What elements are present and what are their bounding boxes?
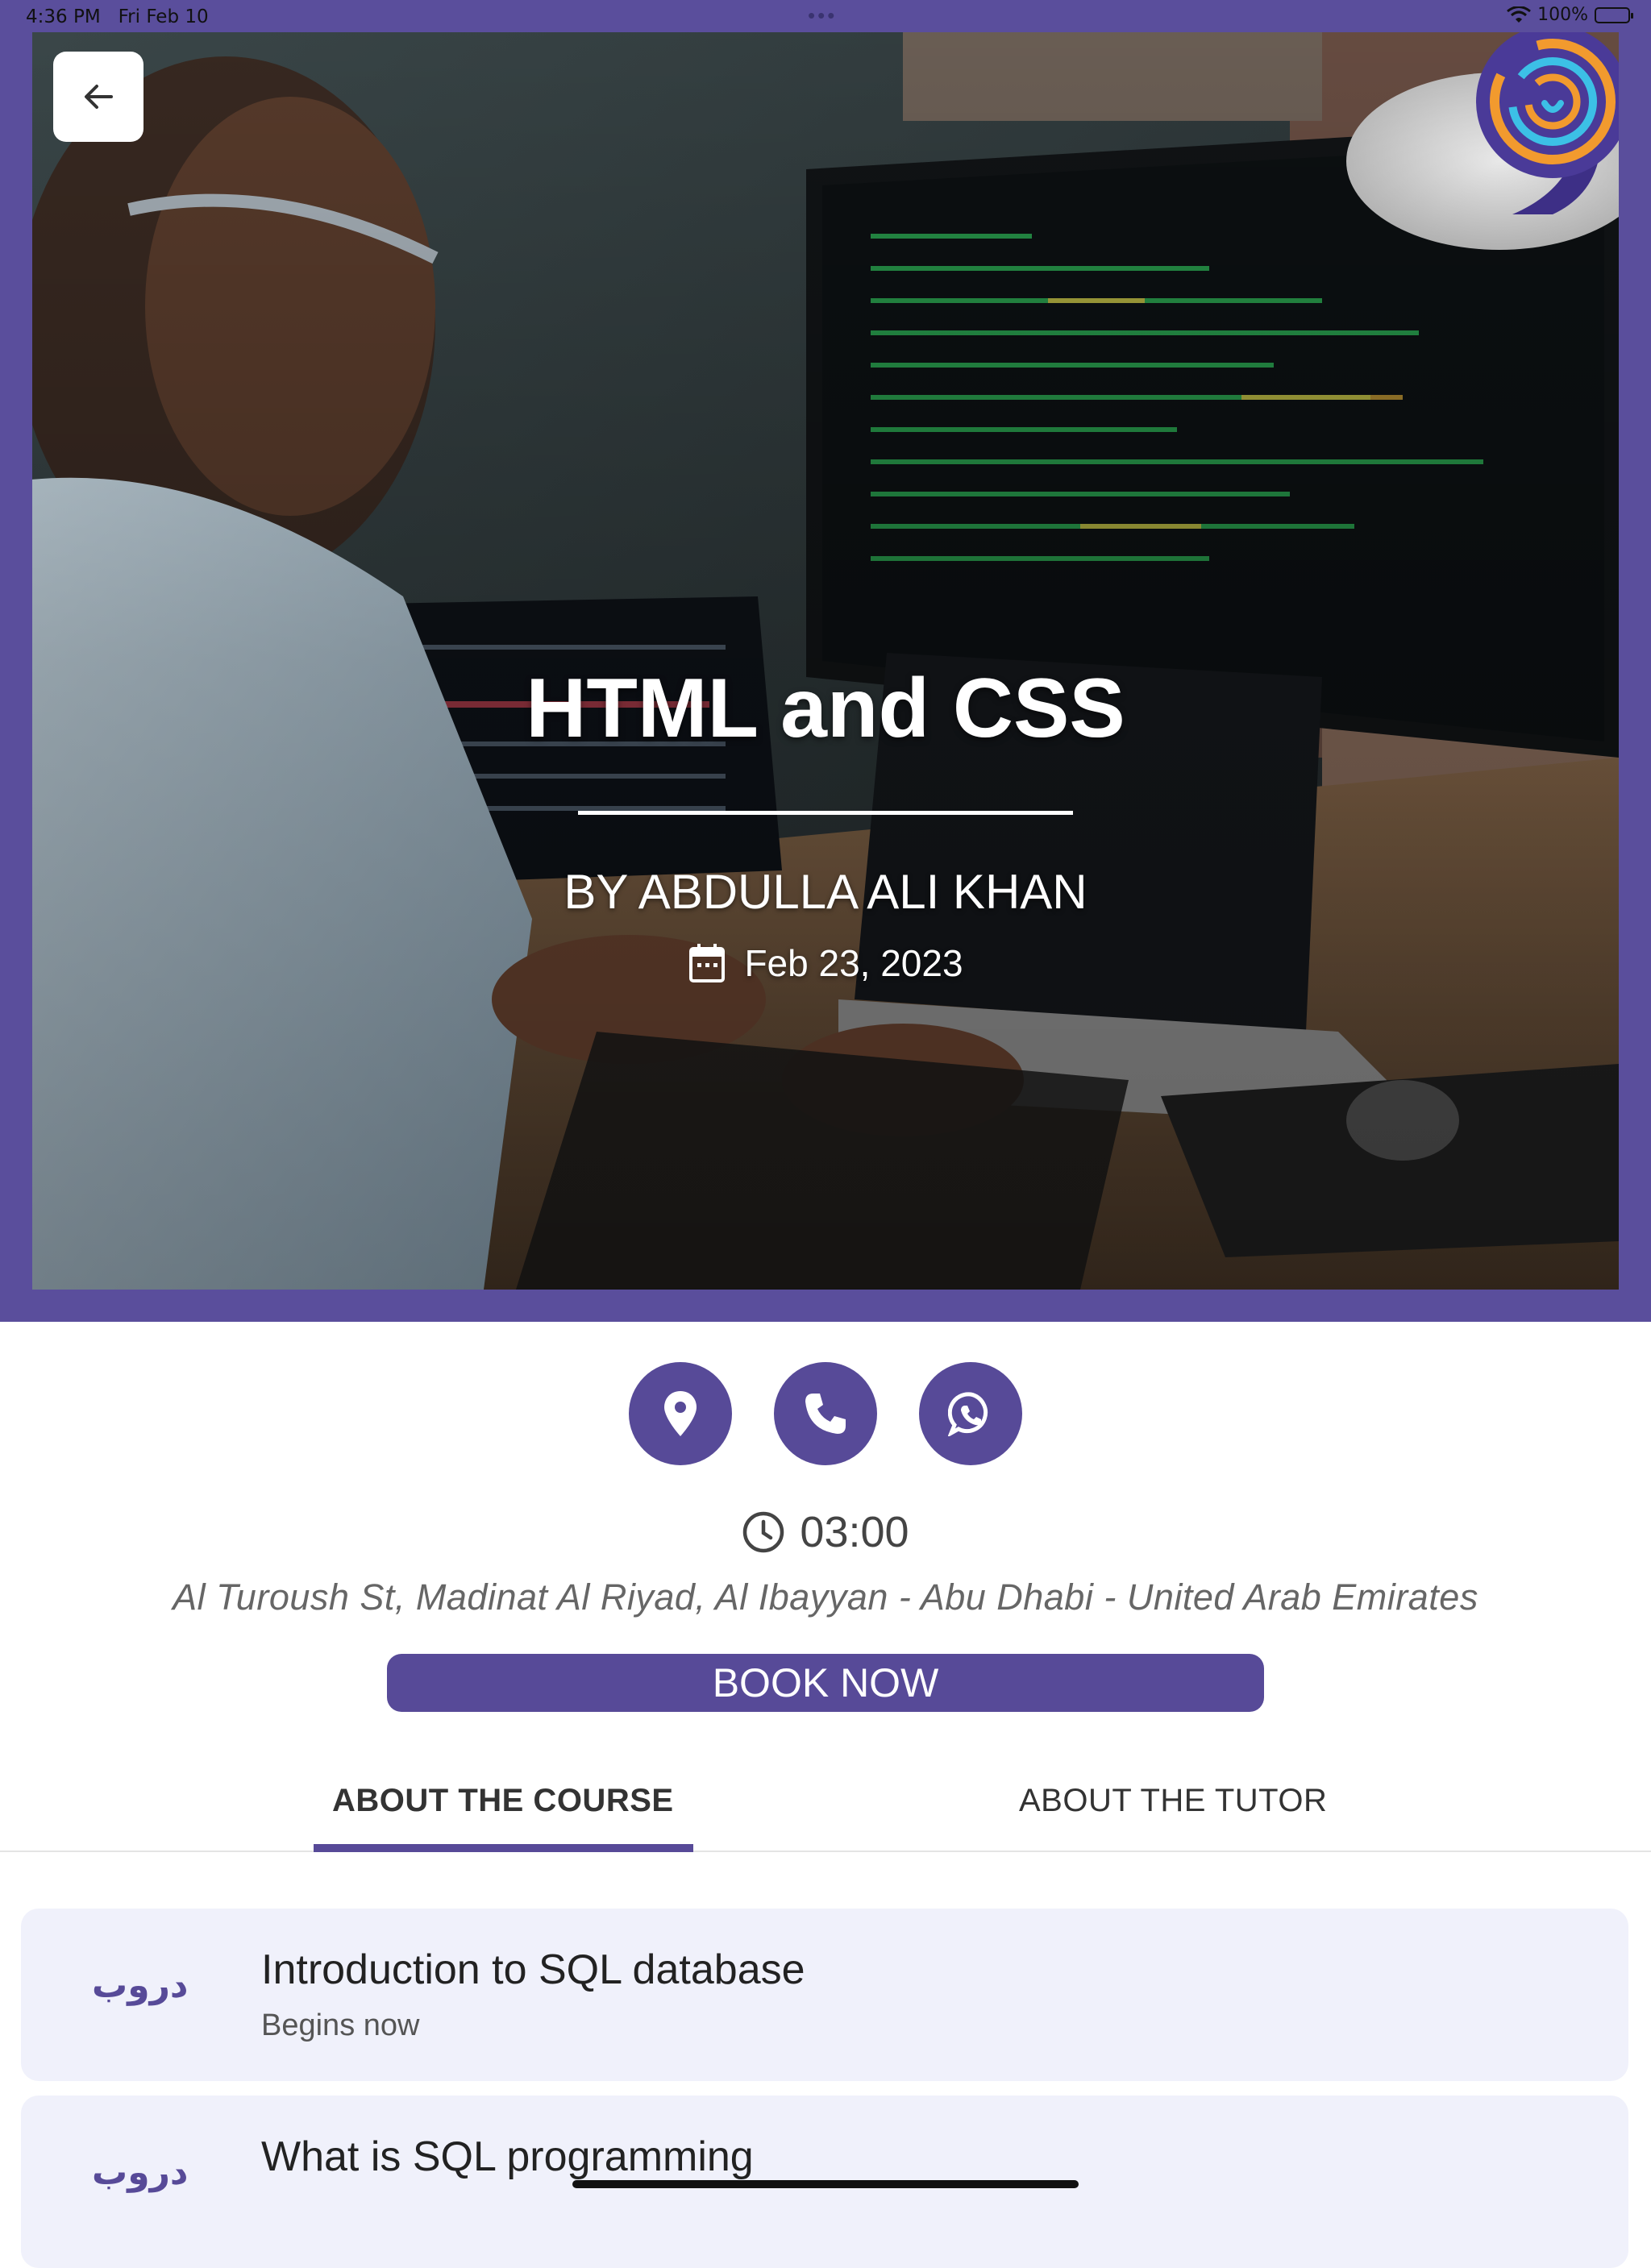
status-time: 4:36 PM xyxy=(26,6,101,27)
lesson-subtitle: Begins now xyxy=(261,2008,420,2042)
arrow-left-icon xyxy=(85,85,113,109)
map-pin-icon xyxy=(664,1391,697,1436)
wifi-icon xyxy=(1507,6,1532,23)
course-date: Feb 23, 2023 xyxy=(744,942,963,984)
hero-image: HTML and CSS BY ABDULLA ALI KHAN Feb 23,… xyxy=(32,32,1619,1290)
clock-icon xyxy=(743,1511,784,1553)
title-divider xyxy=(578,811,1073,815)
lesson-title: What is SQL programming xyxy=(261,2133,754,2180)
multitasking-dots-icon[interactable]: ••• xyxy=(808,3,837,28)
duration-row: 03:00 xyxy=(0,1507,1651,1557)
back-button[interactable] xyxy=(53,52,143,142)
whatsapp-icon xyxy=(948,1392,988,1436)
course-date-row: Feb 23, 2023 xyxy=(32,941,1619,985)
status-date: Fri Feb 10 xyxy=(118,6,209,27)
status-right: 100% xyxy=(1507,5,1633,25)
battery-icon xyxy=(1595,6,1633,23)
list-item[interactable]: دروب Introduction to SQL database Begins… xyxy=(21,1909,1628,2081)
lesson-title: Introduction to SQL database xyxy=(261,1946,805,1993)
book-now-button[interactable]: BOOK NOW xyxy=(387,1654,1264,1712)
duration-value: 03:00 xyxy=(800,1508,909,1556)
contact-actions xyxy=(0,1362,1651,1465)
battery-percent: 100% xyxy=(1537,5,1588,25)
tab-about-tutor[interactable]: ABOUT THE TUTOR xyxy=(1019,1783,1327,1819)
course-author: BY ABDULLA ALI KHAN xyxy=(564,865,1087,919)
brand-logo xyxy=(1476,32,1619,214)
whatsapp-button[interactable] xyxy=(919,1362,1022,1465)
course-title: HTML and CSS xyxy=(526,662,1125,755)
call-button[interactable] xyxy=(774,1362,877,1465)
status-bar: 4:36 PM Fri Feb 10 ••• 100% xyxy=(0,0,1651,32)
location-button[interactable] xyxy=(629,1362,732,1465)
phone-icon xyxy=(805,1394,846,1434)
active-tab-indicator xyxy=(314,1844,693,1852)
calendar-icon xyxy=(689,944,726,982)
tab-about-course[interactable]: ABOUT THE COURSE xyxy=(332,1783,674,1819)
lesson-logo: دروب xyxy=(92,2152,189,2193)
lesson-logo: دروب xyxy=(92,1965,189,2006)
course-address: Al Turoush St, Madinat Al Riyad, Al Ibay… xyxy=(173,1576,1478,1618)
status-time-date: 4:36 PM Fri Feb 10 xyxy=(26,6,209,27)
course-tabs: ABOUT THE COURSE ABOUT THE TUTOR xyxy=(0,1765,1651,1852)
hero-frame: HTML and CSS BY ABDULLA ALI KHAN Feb 23,… xyxy=(0,32,1651,1322)
home-indicator[interactable] xyxy=(572,2180,1079,2188)
